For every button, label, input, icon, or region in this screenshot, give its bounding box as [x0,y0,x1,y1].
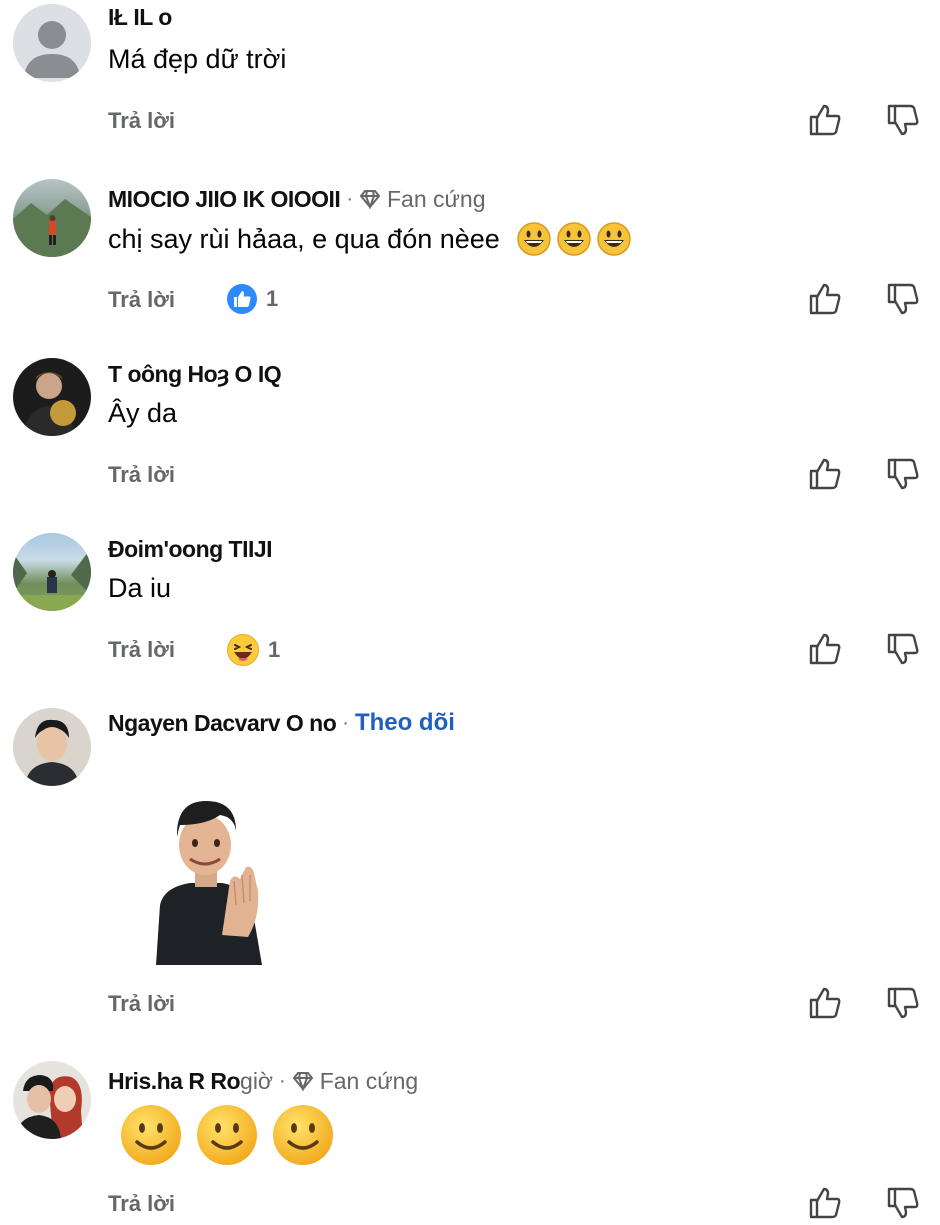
top-fan-badge: Fan cứng [292,1066,418,1096]
avatar[interactable] [13,533,91,611]
grinning-face-emoji-icon [597,222,631,256]
avatar[interactable] [13,1061,91,1139]
commenter-name[interactable]: Ngayen Dacvarv O no [108,708,337,738]
like-reaction-icon [227,284,257,314]
comment-text: Má đẹp dữ trời [108,44,287,74]
dislike-icon[interactable] [886,282,920,316]
comment-text: chị say rùi hảaa, e qua đón nèee [108,224,500,254]
comment-text: Ây da [108,398,178,428]
like-icon[interactable] [808,457,842,491]
separator-dot: · [279,1070,286,1092]
avatar[interactable] [13,708,91,786]
diamond-icon [292,1072,313,1091]
like-icon[interactable] [808,632,842,666]
avatar[interactable] [13,358,91,436]
reply-button[interactable]: Trả lời [108,462,175,488]
follow-link[interactable]: Theo dõi [355,708,455,738]
slightly-smiling-face-emoji-icon [197,1105,257,1165]
avatar[interactable] [13,179,91,257]
dislike-icon[interactable] [886,457,920,491]
avatar[interactable] [13,4,91,82]
dislike-icon[interactable] [886,632,920,666]
diamond-icon [359,190,381,209]
grinning-face-emoji-icon [557,222,591,256]
like-icon[interactable] [808,1186,842,1220]
commenter-name[interactable]: Hris.ha R Ro [108,1066,241,1096]
avatar-sticker [150,795,272,965]
comment-text: Da iu [108,573,172,603]
like-icon[interactable] [808,986,842,1020]
comment-emojis [120,1104,334,1166]
grinning-face-emoji-icon [517,222,551,256]
timestamp: giờ [240,1068,274,1094]
reaction-count: 1 [266,286,279,311]
reply-button[interactable]: Trả lời [108,287,175,313]
commenter-name[interactable]: T oông Hoȝ O IQ [108,359,282,389]
commenter-name[interactable]: Đoim'oong TIIJI [108,534,273,564]
haha-reaction-icon [227,634,259,666]
separator-dot: · [346,188,353,210]
reaction-count: 1 [268,637,281,662]
commenter-name[interactable]: IŁ IL o [108,2,172,32]
top-fan-badge: Fan cứng [359,184,486,214]
slightly-smiling-face-emoji-icon [273,1105,333,1165]
reply-button[interactable]: Trả lời [108,1191,175,1217]
separator-dot: · [342,712,349,734]
reply-button[interactable]: Trả lời [108,637,175,663]
reaction-summary[interactable]: 1 [226,283,278,315]
commenter-name[interactable]: MIOCIO JIIO IK OIOOII [108,184,341,214]
like-icon[interactable] [808,282,842,316]
like-icon[interactable] [808,103,842,137]
dislike-icon[interactable] [886,103,920,137]
dislike-icon[interactable] [886,1186,920,1220]
slightly-smiling-face-emoji-icon [121,1105,181,1165]
reply-button[interactable]: Trả lời [108,991,175,1017]
reply-button[interactable]: Trả lời [108,108,175,134]
reaction-summary[interactable]: 1 [226,633,280,667]
dislike-icon[interactable] [886,986,920,1020]
